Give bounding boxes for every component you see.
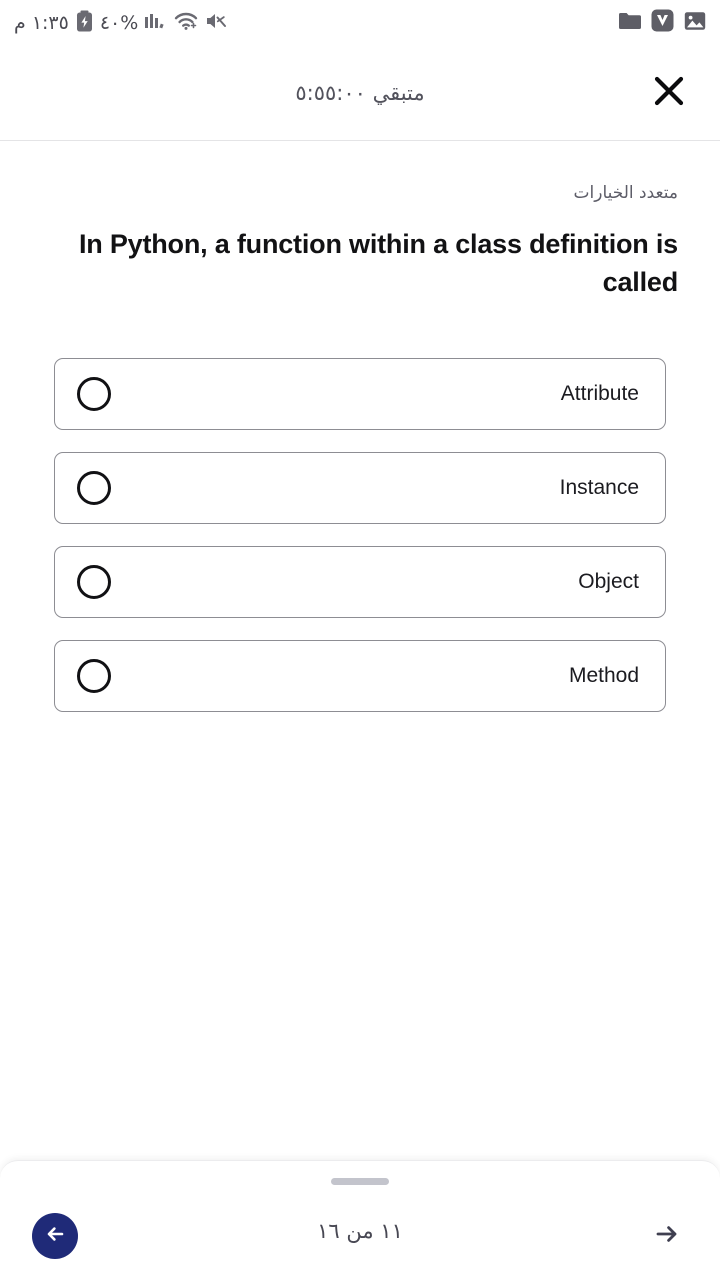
quiz-navigation-bar: ١١ من ١٦ (0, 1160, 720, 1280)
answer-option-3[interactable]: Object (54, 545, 666, 618)
status-bar-right (619, 9, 706, 37)
arrow-right-icon (652, 1219, 682, 1254)
answer-options-list: Attribute Instance Object Method (0, 357, 720, 712)
status-bar-left: ١:٣٥ م ٤٠% (14, 10, 227, 37)
question-panel: متعدد الخيارات In Python, a function wit… (0, 141, 720, 1160)
radio-button-icon[interactable] (77, 376, 111, 411)
answer-option-label: Instance (559, 475, 639, 499)
answer-option-label: Attribute (560, 381, 639, 405)
status-bar: ١:٣٥ م ٤٠% (0, 0, 720, 46)
answer-option-label: Method (568, 663, 639, 687)
battery-percent: ٤٠% (99, 12, 139, 34)
status-clock: ١:٣٥ م (14, 12, 69, 34)
answer-option-4[interactable]: Method (54, 639, 666, 712)
question-text: In Python, a function within a class def… (78, 229, 678, 298)
answer-option-2[interactable]: Instance (54, 451, 666, 524)
quiz-screen: ١:٣٥ م ٤٠% متبقي ٥:٥٥:٠٠ متعدد الخيارات … (0, 0, 720, 1280)
battery-charging-icon (76, 10, 93, 37)
answer-option-1[interactable]: Attribute (54, 357, 666, 430)
cellular-signal-icon (145, 11, 167, 36)
quiz-header: متبقي ٥:٥٥:٠٠ (0, 46, 720, 141)
next-question-button[interactable] (644, 1213, 690, 1259)
folder-icon (619, 12, 641, 35)
v-app-icon (651, 9, 674, 37)
radio-button-icon[interactable] (77, 470, 111, 505)
speaker-mute-icon (205, 11, 227, 36)
question-counter: ١١ من ١٦ (317, 1219, 403, 1243)
close-quiz-button[interactable] (646, 70, 692, 116)
radio-button-icon[interactable] (77, 658, 111, 693)
sheet-drag-handle[interactable] (331, 1178, 389, 1185)
wifi-icon (174, 11, 198, 36)
remaining-time: متبقي ٥:٥٥:٠٠ (295, 81, 425, 105)
answer-option-label: Object (578, 569, 639, 593)
close-icon (652, 74, 686, 113)
question-type-label: متعدد الخيارات (573, 183, 678, 203)
radio-button-icon[interactable] (77, 564, 111, 599)
photo-icon (684, 11, 706, 36)
